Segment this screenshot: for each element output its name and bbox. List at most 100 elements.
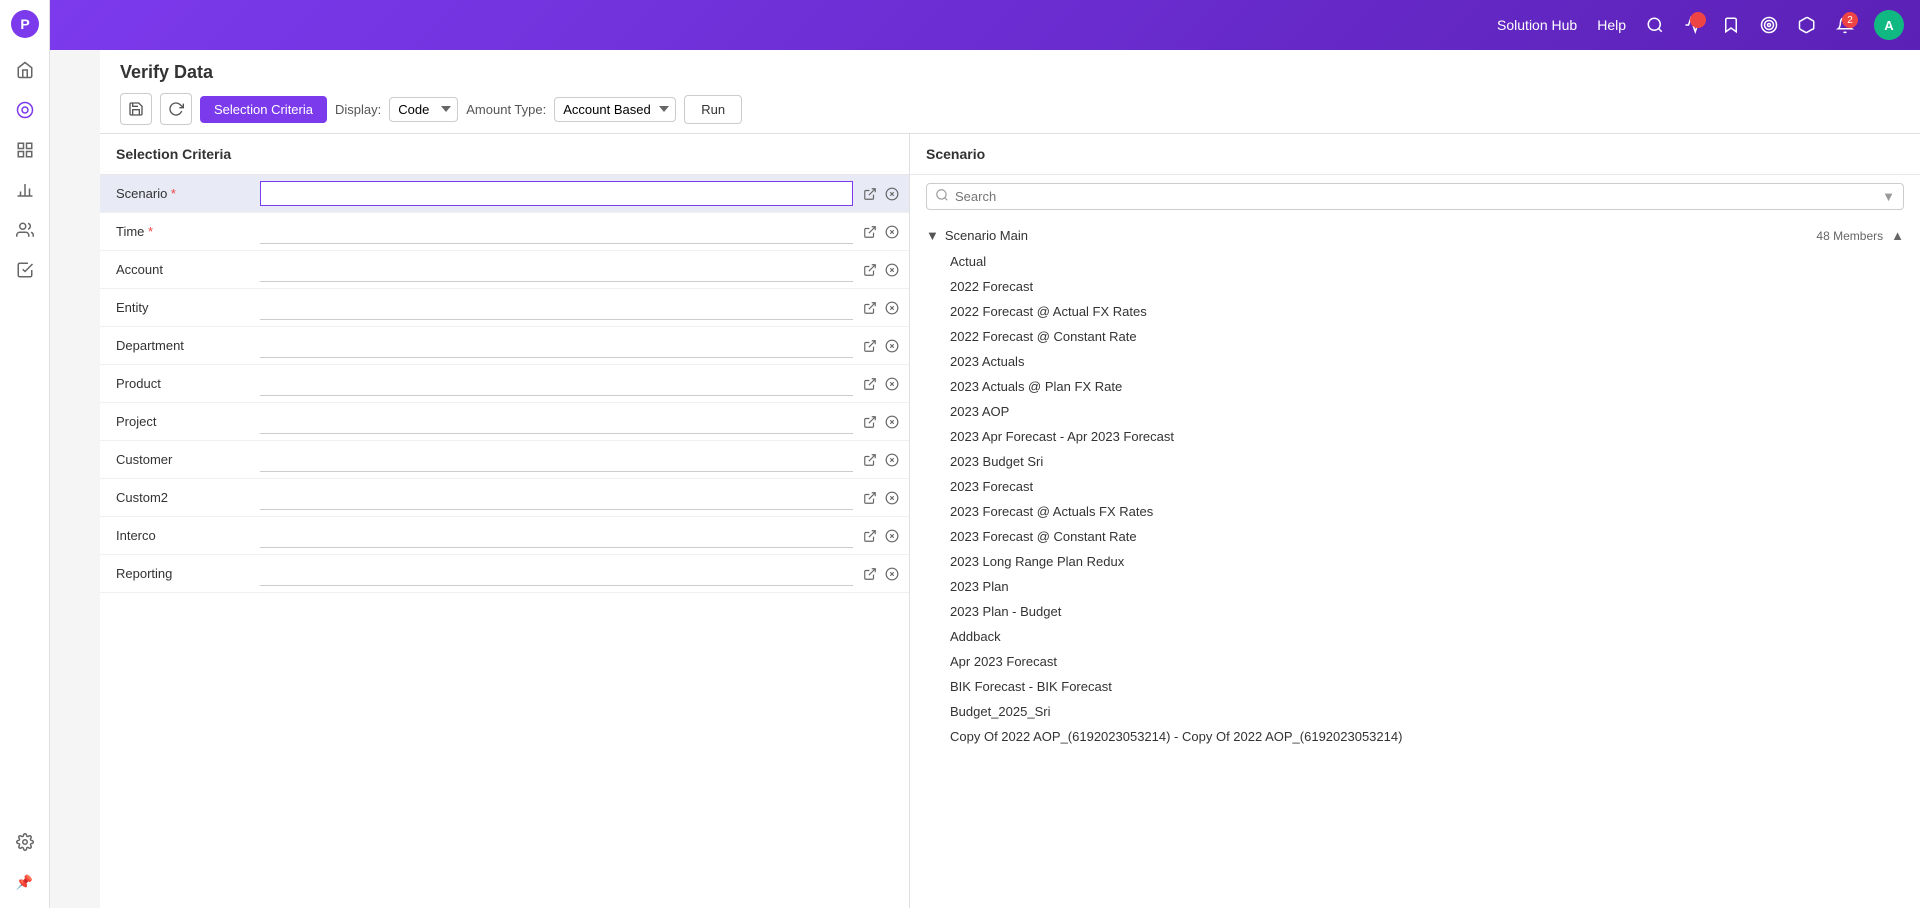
- app-logo[interactable]: P: [9, 8, 41, 40]
- selection-criteria-tab[interactable]: Selection Criteria: [200, 96, 327, 123]
- refresh-button[interactable]: [160, 93, 192, 125]
- criteria-input-interco[interactable]: [260, 524, 853, 548]
- sidebar-item-check[interactable]: [7, 252, 43, 288]
- tree-expand-icon[interactable]: ▲: [1891, 228, 1904, 243]
- criteria-label-product: Product: [100, 368, 260, 399]
- search-icon-wrap[interactable]: [1646, 16, 1664, 34]
- list-item[interactable]: 2023 Budget Sri: [910, 449, 1920, 474]
- list-item[interactable]: 2022 Forecast @ Actual FX Rates: [910, 299, 1920, 324]
- list-item[interactable]: Actual: [910, 249, 1920, 274]
- criteria-open-icon[interactable]: [861, 375, 879, 393]
- criteria-clear-icon[interactable]: [883, 451, 901, 469]
- criteria-open-icon[interactable]: [861, 565, 879, 583]
- list-item[interactable]: 2022 Forecast @ Constant Rate: [910, 324, 1920, 349]
- criteria-open-icon[interactable]: [861, 489, 879, 507]
- top-navigation: Solution Hub Help 2 A: [50, 0, 1920, 50]
- criteria-actions: [853, 489, 909, 507]
- sidebar-item-chart[interactable]: [7, 172, 43, 208]
- list-item[interactable]: 2023 Forecast: [910, 474, 1920, 499]
- bookmark-icon-wrap[interactable]: [1722, 16, 1740, 34]
- criteria-input-product[interactable]: [260, 372, 853, 396]
- list-item[interactable]: 2023 Forecast @ Constant Rate: [910, 524, 1920, 549]
- criteria-clear-icon[interactable]: [883, 185, 901, 203]
- scenario-search-dropdown[interactable]: ▼: [1882, 189, 1895, 204]
- criteria-input-time[interactable]: [260, 220, 853, 244]
- list-item[interactable]: 2023 Long Range Plan Redux: [910, 549, 1920, 574]
- criteria-label-scenario: Scenario *: [100, 178, 260, 209]
- criteria-input-custom2[interactable]: [260, 486, 853, 510]
- save-button[interactable]: [120, 93, 152, 125]
- criteria-input-wrap: [260, 334, 853, 358]
- criteria-input-customer[interactable]: [260, 448, 853, 472]
- solution-hub-link[interactable]: Solution Hub: [1497, 17, 1577, 33]
- scenario-main-group[interactable]: ▼ Scenario Main 48 Members ▲: [910, 222, 1920, 249]
- criteria-input-wrap: [260, 296, 853, 320]
- help-link[interactable]: Help: [1597, 17, 1626, 33]
- criteria-clear-icon[interactable]: [883, 223, 901, 241]
- list-item[interactable]: 2023 AOP: [910, 399, 1920, 424]
- list-item[interactable]: Apr 2023 Forecast: [910, 649, 1920, 674]
- criteria-input-department[interactable]: [260, 334, 853, 358]
- display-select[interactable]: CodeNameBoth: [389, 97, 458, 122]
- criteria-open-icon[interactable]: [861, 223, 879, 241]
- criteria-input-entity[interactable]: [260, 296, 853, 320]
- sidebar-item-home[interactable]: [7, 52, 43, 88]
- criteria-open-icon[interactable]: [861, 413, 879, 431]
- amount-type-label: Amount Type:: [466, 102, 546, 117]
- announcement-icon-wrap[interactable]: [1684, 16, 1702, 34]
- criteria-clear-icon[interactable]: [883, 261, 901, 279]
- list-item[interactable]: 2022 Forecast: [910, 274, 1920, 299]
- criteria-input-account[interactable]: [260, 258, 853, 282]
- pin-icon[interactable]: 📌: [7, 864, 43, 900]
- criteria-label-customer: Customer: [100, 444, 260, 475]
- package-icon-wrap[interactable]: [1798, 16, 1816, 34]
- sidebar-item-grid[interactable]: [7, 132, 43, 168]
- page-header: Verify Data Selection Criteria Display: …: [100, 50, 1920, 134]
- list-item[interactable]: Addback: [910, 624, 1920, 649]
- sidebar-item-activity[interactable]: [7, 92, 43, 128]
- criteria-open-icon[interactable]: [861, 451, 879, 469]
- criteria-open-icon[interactable]: [861, 527, 879, 545]
- list-item[interactable]: BIK Forecast - BIK Forecast: [910, 674, 1920, 699]
- scenario-tree: ▼ Scenario Main 48 Members ▲ Actual2022 …: [910, 218, 1920, 908]
- list-item[interactable]: 2023 Plan: [910, 574, 1920, 599]
- user-avatar[interactable]: A: [1874, 10, 1904, 40]
- list-item[interactable]: Budget_2025_Sri: [910, 699, 1920, 724]
- criteria-open-icon[interactable]: [861, 337, 879, 355]
- list-item[interactable]: Copy Of 2022 AOP_(6192023053214) - Copy …: [910, 724, 1920, 749]
- run-button[interactable]: Run: [684, 95, 742, 124]
- criteria-open-icon[interactable]: [861, 185, 879, 203]
- criteria-input-project[interactable]: [260, 410, 853, 434]
- sidebar: P: [0, 0, 50, 908]
- criteria-clear-icon[interactable]: [883, 337, 901, 355]
- sidebar-item-people[interactable]: [7, 212, 43, 248]
- criteria-clear-icon[interactable]: [883, 299, 901, 317]
- criteria-clear-icon[interactable]: [883, 375, 901, 393]
- sidebar-item-settings[interactable]: [7, 824, 43, 860]
- criteria-actions: [853, 375, 909, 393]
- criteria-actions: [853, 413, 909, 431]
- criteria-row: Customer: [100, 441, 909, 479]
- criteria-input-reporting[interactable]: [260, 562, 853, 586]
- notification-icon-wrap[interactable]: 2: [1836, 16, 1854, 34]
- scenario-search-input[interactable]: [955, 189, 1882, 204]
- list-item[interactable]: 2023 Apr Forecast - Apr 2023 Forecast: [910, 424, 1920, 449]
- criteria-input-scenario[interactable]: [260, 181, 853, 206]
- tree-items-container: Actual2022 Forecast2022 Forecast @ Actua…: [910, 249, 1920, 749]
- criteria-clear-icon[interactable]: [883, 413, 901, 431]
- scenario-search-wrap: ▼: [926, 183, 1904, 210]
- criteria-clear-icon[interactable]: [883, 489, 901, 507]
- list-item[interactable]: 2023 Actuals @ Plan FX Rate: [910, 374, 1920, 399]
- criteria-clear-icon[interactable]: [883, 527, 901, 545]
- list-item[interactable]: 2023 Forecast @ Actuals FX Rates: [910, 499, 1920, 524]
- announcement-badge: [1690, 12, 1706, 28]
- criteria-row: Reporting: [100, 555, 909, 593]
- list-item[interactable]: 2023 Actuals: [910, 349, 1920, 374]
- target-icon-wrap[interactable]: [1760, 16, 1778, 34]
- criteria-open-icon[interactable]: [861, 299, 879, 317]
- criteria-open-icon[interactable]: [861, 261, 879, 279]
- criteria-input-wrap: [260, 524, 853, 548]
- criteria-clear-icon[interactable]: [883, 565, 901, 583]
- amount-type-select[interactable]: Account BasedConstant RateBudget: [554, 97, 676, 122]
- list-item[interactable]: 2023 Plan - Budget: [910, 599, 1920, 624]
